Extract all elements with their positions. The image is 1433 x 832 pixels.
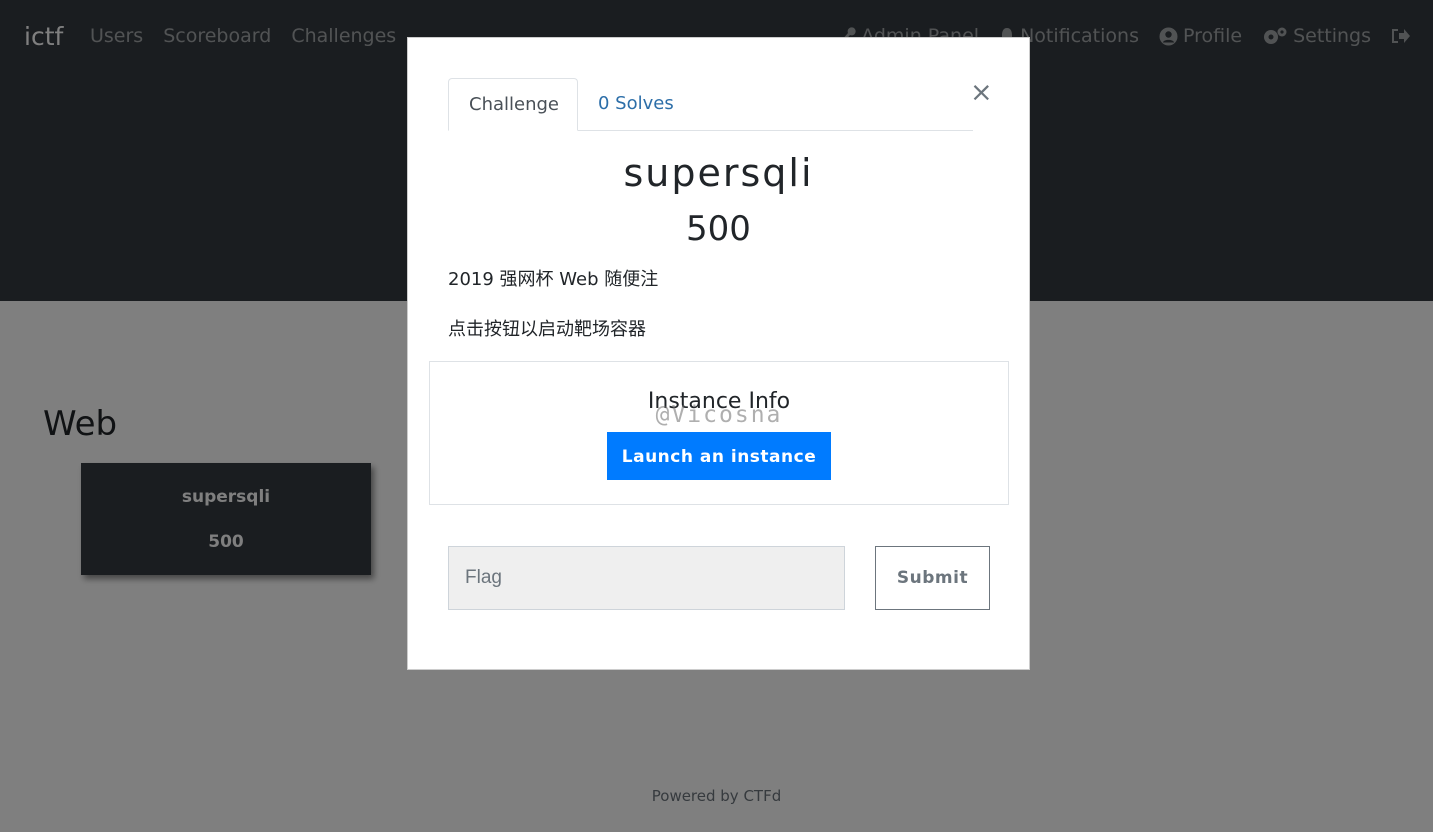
close-icon[interactable]: × (970, 79, 993, 106)
tab-solves[interactable]: 0 Solves (578, 78, 694, 130)
instance-info-panel: Instance Info @Vicosna Launch an instanc… (429, 361, 1009, 505)
watermark: @Vicosna (655, 402, 783, 428)
challenge-name: supersqli (623, 151, 814, 195)
tab-challenge[interactable]: Challenge (448, 78, 578, 131)
flag-input[interactable] (448, 546, 845, 610)
challenge-description-line: 2019 强网杯 Web 随便注 (448, 269, 659, 290)
submit-button[interactable]: Submit (875, 546, 990, 610)
challenge-description-line: 点击按钮以启动靶场容器 (448, 319, 646, 340)
challenge-modal: Challenge 0 Solves × supersqli 500 2019 … (407, 37, 1030, 670)
launch-instance-button[interactable]: Launch an instance (607, 432, 831, 480)
challenge-value: 500 (686, 209, 751, 249)
modal-tabs: Challenge 0 Solves (448, 78, 973, 131)
